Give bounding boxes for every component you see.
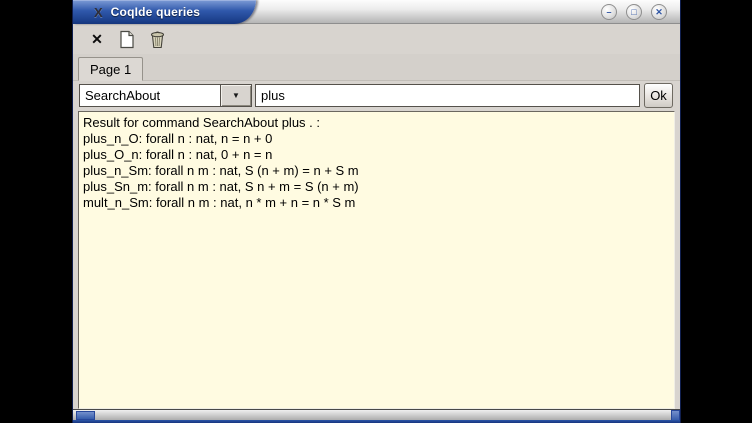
result-line: plus_O_n: forall n : nat, 0 + n = n — [83, 147, 674, 163]
query-command-value: SearchAbout — [80, 85, 220, 106]
delete-page-button[interactable] — [144, 27, 170, 51]
tab-label: Page 1 — [90, 62, 131, 77]
result-line: plus_Sn_m: forall n m : nat, S n + m = S… — [83, 179, 674, 195]
minimize-button[interactable]: – — [601, 4, 617, 20]
tab-strip: Page 1 — [73, 54, 680, 81]
new-page-icon — [119, 30, 135, 49]
result-line: mult_n_Sm: forall n m : nat, n * m + n =… — [83, 195, 674, 211]
close-page-button[interactable]: ✕ — [84, 27, 110, 51]
titlebar[interactable]: X CoqIde queries – □ ✕ — [73, 0, 680, 24]
chevron-down-icon[interactable]: ▼ — [220, 85, 251, 106]
window-title: CoqIde queries — [111, 5, 200, 19]
trash-icon — [149, 30, 166, 49]
new-page-button[interactable] — [114, 27, 140, 51]
app-x-icon: X — [94, 6, 103, 19]
close-icon: ✕ — [91, 31, 103, 48]
result-header-line: Result for command SearchAbout plus . : — [83, 115, 674, 131]
result-line: plus_n_O: forall n : nat, n = n + 0 — [83, 131, 674, 147]
window-controls: – □ ✕ — [601, 4, 667, 20]
result-line: plus_n_Sm: forall n m : nat, S (n + m) =… — [83, 163, 674, 179]
titlebar-caption-tab[interactable]: X CoqIde queries — [73, 0, 256, 24]
coqide-queries-window: X CoqIde queries – □ ✕ ✕ — [73, 0, 680, 423]
toolbar: ✕ — [73, 24, 680, 54]
maximize-button[interactable]: □ — [626, 4, 642, 20]
ok-button[interactable]: Ok — [644, 83, 673, 108]
tab-page-1[interactable]: Page 1 — [78, 57, 143, 81]
resize-grip-left[interactable] — [76, 411, 95, 420]
query-command-select[interactable]: SearchAbout ▼ — [79, 84, 252, 107]
results-textview[interactable]: Result for command SearchAbout plus . : … — [78, 111, 675, 409]
window-bottom-border — [73, 409, 680, 423]
query-input[interactable] — [255, 84, 640, 107]
close-button[interactable]: ✕ — [651, 4, 667, 20]
query-bar: SearchAbout ▼ Ok — [73, 81, 680, 110]
